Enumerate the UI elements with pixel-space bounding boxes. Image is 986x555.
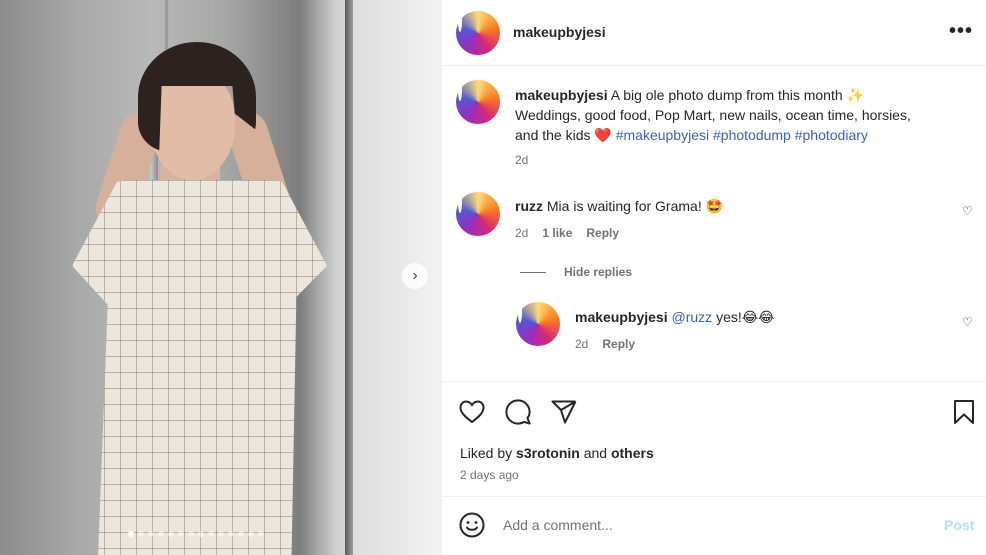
- comment-input[interactable]: [503, 514, 923, 536]
- carousel-dot: [168, 531, 174, 537]
- hide-replies-label: Hide replies: [564, 265, 633, 279]
- carousel-dot: [208, 531, 214, 537]
- next-slide-button[interactable]: ›: [402, 263, 428, 289]
- carousel-dot: [128, 531, 134, 537]
- liked-by: Liked by s3rotonin and others: [460, 445, 654, 461]
- liked-and: and: [583, 445, 608, 461]
- mention-link[interactable]: @ruzz: [672, 309, 713, 325]
- carousel-dot: [258, 531, 264, 537]
- carousel-dot: [148, 531, 154, 537]
- reply-username[interactable]: makeupbyjesi: [575, 309, 668, 325]
- avatar[interactable]: [516, 302, 560, 346]
- liked-others-link[interactable]: others: [611, 445, 654, 461]
- caption-line1: A big ole photo dump from this month: [610, 87, 843, 103]
- avatar[interactable]: [456, 80, 500, 124]
- star-eyes-emoji-icon: 🤩: [705, 198, 724, 214]
- carousel-dot: [238, 531, 244, 537]
- carousel-dot: [158, 531, 164, 537]
- heart-outline-icon[interactable]: ♡: [962, 315, 973, 329]
- reply-button[interactable]: Reply: [586, 226, 619, 240]
- chevron-right-icon: ›: [412, 267, 418, 284]
- plaid-dress: [72, 180, 327, 555]
- carousel-dot: [248, 531, 254, 537]
- action-icons: [458, 398, 578, 426]
- comment-text: ruzz Mia is waiting for Grama! 🤩: [515, 196, 935, 216]
- hashtag-link[interactable]: #photodump: [713, 127, 791, 143]
- comment-likes[interactable]: 1 like: [542, 226, 572, 240]
- reply-meta: 2d Reply: [575, 337, 635, 351]
- heart-emoji-icon: ❤️: [594, 127, 612, 143]
- carousel-dots: [128, 531, 264, 537]
- caption-line3: and the kids: [515, 127, 591, 143]
- header-username[interactable]: makeupbyjesi: [513, 24, 606, 40]
- comment-bubble-icon[interactable]: [504, 398, 532, 426]
- share-send-icon[interactable]: [550, 398, 578, 426]
- carousel-dot: [198, 531, 204, 537]
- sparkle-icon: ✨: [846, 87, 864, 103]
- avatar[interactable]: [456, 11, 500, 55]
- post-actions: Liked by s3rotonin and others 2 days ago: [442, 381, 986, 497]
- like-heart-icon[interactable]: [458, 398, 486, 426]
- post-photo[interactable]: ›: [0, 0, 441, 555]
- carousel-dot: [218, 531, 224, 537]
- avatar[interactable]: [456, 192, 500, 236]
- post-time[interactable]: 2 days ago: [460, 468, 519, 482]
- carousel-dot: [178, 531, 184, 537]
- liked-user-link[interactable]: s3rotonin: [516, 445, 580, 461]
- caption-meta: 2d: [515, 153, 528, 167]
- reply-body: yes!: [716, 309, 742, 325]
- laughing-emoji-icon: 😂😂: [741, 309, 775, 325]
- comment-body: Mia is waiting for Grama!: [546, 198, 702, 214]
- caption-line2: Weddings, good food, Pop Mart, new nails…: [515, 107, 911, 123]
- heart-outline-icon[interactable]: ♡: [962, 204, 973, 218]
- caption-username[interactable]: makeupbyjesi: [515, 87, 608, 103]
- post-side-panel: makeupbyjesi ••• makeupbyjesi A big ole …: [441, 0, 986, 555]
- comment-composer: Post: [442, 498, 986, 555]
- comment-username[interactable]: ruzz: [515, 198, 543, 214]
- comment-meta: 2d 1 like Reply: [515, 226, 619, 240]
- emoji-picker-icon[interactable]: [459, 512, 485, 543]
- reply-button[interactable]: Reply: [602, 337, 635, 351]
- face: [150, 70, 235, 180]
- comment-time[interactable]: 2d: [515, 226, 528, 240]
- divider-line: [520, 271, 546, 273]
- caption-text: makeupbyjesi A big ole photo dump from t…: [515, 85, 965, 145]
- caption-time[interactable]: 2d: [515, 153, 528, 167]
- post-header: makeupbyjesi •••: [442, 0, 986, 66]
- reply-time[interactable]: 2d: [575, 337, 588, 351]
- post-button[interactable]: Post: [944, 517, 974, 533]
- more-horizontal-icon[interactable]: •••: [949, 20, 973, 43]
- hide-replies-toggle[interactable]: Hide replies: [520, 265, 632, 279]
- carousel-dot: [188, 531, 194, 537]
- reply-text: makeupbyjesi @ruzz yes!😂😂: [575, 307, 935, 327]
- liked-prefix: Liked by: [460, 445, 513, 461]
- carousel-dot: [138, 531, 144, 537]
- hashtag-link[interactable]: #makeupbyjesi: [616, 127, 709, 143]
- carousel-dot: [228, 531, 234, 537]
- bookmark-icon[interactable]: [950, 398, 978, 426]
- hashtag-link[interactable]: #photodiary: [795, 127, 868, 143]
- fridge-edge: [345, 0, 353, 555]
